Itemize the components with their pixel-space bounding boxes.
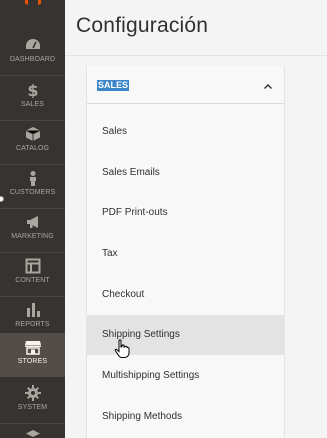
config-item-shipping-methods[interactable]: Shipping Methods [87, 397, 284, 437]
nav-item-dashboard[interactable]: DASHBOARD [0, 31, 65, 75]
dollar-icon: $ [25, 82, 41, 98]
cube-icon [25, 126, 41, 142]
nav-item-marketing[interactable]: MARKETING [0, 208, 65, 252]
config-item-label: Checkout [102, 289, 145, 300]
dashboard-icon [25, 37, 41, 53]
config-item-label: Multishipping Settings [102, 370, 200, 381]
config-item-label: Tax [102, 248, 118, 259]
storefront-icon [24, 339, 41, 355]
config-item-label: Sales [102, 126, 128, 137]
section-header-sales[interactable]: SALES [87, 66, 284, 104]
nav-item-content[interactable]: CONTENT [0, 252, 65, 296]
nav-item-stores[interactable]: STORES [0, 333, 65, 377]
config-item-label: Shipping Methods [102, 411, 183, 422]
nav-item-label: CONTENT [15, 277, 50, 284]
config-item-pdf-print-outs[interactable]: PDF Print-outs [87, 193, 284, 233]
svg-text:$: $ [27, 82, 38, 98]
page-title: Configuración [76, 14, 209, 37]
cube-stack-icon [25, 429, 41, 438]
config-item-label: PDF Print-outs [102, 207, 168, 218]
config-item-checkout[interactable]: Checkout [87, 275, 284, 315]
bar-chart-icon [25, 302, 41, 318]
section-title: SALES [97, 80, 130, 91]
admin-sidebar: DASHBOARD $ SALES CATALOG CUSTOMERS MARK… [0, 0, 65, 438]
nav-item-label: STORES [17, 358, 48, 365]
config-item-shipping-settings[interactable]: Shipping Settings [87, 315, 284, 355]
chevron-up-icon[interactable] [262, 80, 274, 92]
nav-item-label: DASHBOARD [9, 56, 56, 63]
nav-item-label: SYSTEM [17, 404, 48, 411]
nav-item-label: REPORTS [15, 321, 50, 328]
person-icon [25, 170, 41, 186]
nav-item-label: MARKETING [11, 233, 54, 240]
layout-icon [25, 258, 41, 274]
gear-icon [24, 385, 41, 401]
nav-item-customers[interactable]: CUSTOMERS [0, 164, 65, 208]
config-item-label: Sales Emails [102, 167, 160, 178]
config-tabs-panel: SALES Sales Sales Emails PDF Print-outs … [86, 66, 285, 438]
nav-divider [0, 423, 65, 424]
header-divider [65, 55, 327, 56]
nav-item-sales[interactable]: $ SALES [0, 76, 65, 120]
nav-item-label: SALES [20, 101, 45, 108]
config-item-multishipping-settings[interactable]: Multishipping Settings [87, 356, 284, 396]
config-item-tax[interactable]: Tax [87, 234, 284, 274]
nav-item-system[interactable]: SYSTEM [0, 379, 65, 423]
config-item-sales[interactable]: Sales [87, 112, 284, 152]
nav-item-partial[interactable] [0, 426, 65, 438]
nav-item-label: CATALOG [15, 145, 50, 152]
magento-logo[interactable] [0, 0, 65, 8]
config-item-sales-emails[interactable]: Sales Emails [87, 153, 284, 193]
nav-item-label: CUSTOMERS [9, 189, 56, 196]
config-item-label: Shipping Settings [102, 329, 180, 340]
nav-item-catalog[interactable]: CATALOG [0, 120, 65, 164]
megaphone-icon [25, 214, 41, 230]
